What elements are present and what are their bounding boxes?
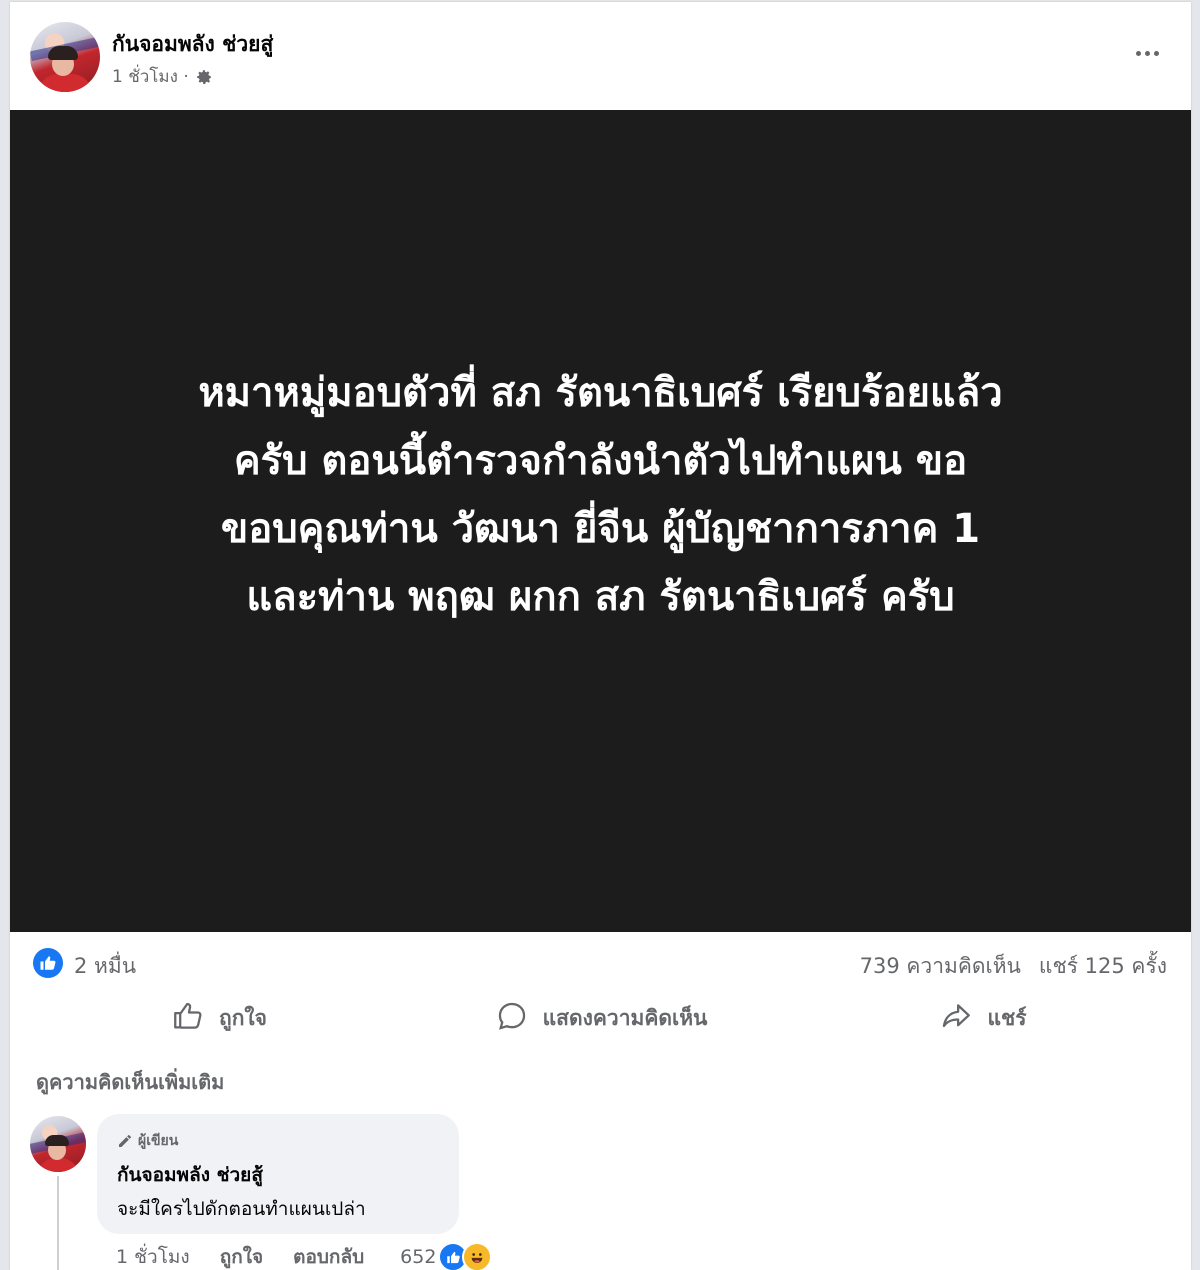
comment-thread-line	[57, 1176, 59, 1270]
post-text-line: หมาหมู่มอบตัวที่ สภ รัตนาธิเบศร์ เรียบร้…	[198, 370, 1003, 416]
post-text-line: ขอบคุณท่าน วัฒนา ยี่จีน ผู้บัญชาการภาค 1	[220, 506, 981, 552]
comment-button[interactable]: แสดงความคิดเห็น	[410, 994, 792, 1042]
comment-bubble: ผู้เขียน กันจอมพลัง ช่วยสู้ จะมีใครไปดัก…	[97, 1114, 459, 1234]
like-button-label: ถูกใจ	[219, 1005, 267, 1030]
author-badge: ผู้เขียน	[117, 1130, 178, 1152]
comment-bubble-icon	[495, 999, 529, 1038]
post-text-background[interactable]: หมาหมู่มอบตัวที่ สภ รัตนาธิเบศร์ เรียบร้…	[10, 110, 1191, 932]
post-card: กันจอมพลัง ช่วยสู่ 1 ชั่วโมง · หมาหมู่มอ…	[10, 2, 1191, 1270]
comment-button-label: แสดงความคิดเห็น	[542, 1005, 708, 1030]
like-reaction-icon[interactable]	[33, 948, 63, 978]
engagement-counts: 739 ความคิดเห็น แชร์ 125 ครั้ง	[860, 950, 1167, 983]
more-options-button[interactable]	[1129, 40, 1165, 66]
reaction-count[interactable]: 2 หมื่น	[74, 950, 136, 983]
post-header: กันจอมพลัง ช่วยสู่ 1 ชั่วโมง ·	[10, 2, 1191, 110]
view-more-comments-link[interactable]: ดูความคิดเห็นเพิ่มเติม	[36, 1066, 224, 1098]
pencil-icon	[117, 1133, 133, 1149]
more-horizontal-icon	[1135, 50, 1159, 56]
thumbs-up-icon	[171, 999, 205, 1038]
comment-reply-button[interactable]: ตอบกลับ	[293, 1242, 364, 1270]
comment-reactions[interactable]: 652	[400, 1242, 493, 1270]
comment-text: จะมีใครไปดักตอนทำแผนเปล่า	[117, 1198, 366, 1220]
post-meta: 1 ชั่วโมง ·	[112, 63, 213, 90]
author-avatar[interactable]	[30, 22, 100, 92]
gear-icon[interactable]	[195, 68, 213, 86]
comment-like-button[interactable]: ถูกใจ	[220, 1242, 263, 1270]
share-button[interactable]: แชร์	[792, 994, 1174, 1042]
comment-count[interactable]: 739 ความคิดเห็น	[860, 950, 1021, 983]
haha-reaction-icon	[462, 1242, 493, 1270]
author-name[interactable]: กันจอมพลัง ช่วยสู่	[112, 28, 273, 61]
commenter-avatar[interactable]	[30, 1116, 86, 1172]
share-arrow-icon	[939, 999, 973, 1038]
post-stats: 2 หมื่น 739 ความคิดเห็น แชร์ 125 ครั้ง	[10, 942, 1191, 986]
like-button[interactable]: ถูกใจ	[28, 994, 410, 1042]
comment-footer: 1 ชั่วโมง ถูกใจ ตอบกลับ 652	[116, 1242, 493, 1270]
share-button-label: แชร์	[987, 1005, 1027, 1030]
post-text-line: และท่าน พฤฒ ผกก สภ รัตนาธิเบศร์ ครับ	[246, 574, 955, 620]
post-text-line: ครับ ตอนนี้ตำรวจกำลังนำตัวไปทำแผน ขอ	[233, 438, 968, 484]
comment-author-name[interactable]: กันจอมพลัง ช่วยสู้	[117, 1160, 263, 1190]
post-actions: ถูกใจ แสดงความคิดเห็น แชร์	[28, 990, 1174, 1046]
comment-time[interactable]: 1 ชั่วโมง	[116, 1242, 190, 1270]
share-count[interactable]: แชร์ 125 ครั้ง	[1039, 950, 1167, 983]
post-text: หมาหมู่มอบตัวที่ สภ รัตนาธิเบศร์ เรียบร้…	[51, 359, 1151, 631]
post-time[interactable]: 1 ชั่วโมง ·	[112, 63, 189, 90]
comment-reaction-count: 652	[400, 1246, 437, 1268]
author-badge-label: ผู้เขียน	[138, 1133, 179, 1149]
